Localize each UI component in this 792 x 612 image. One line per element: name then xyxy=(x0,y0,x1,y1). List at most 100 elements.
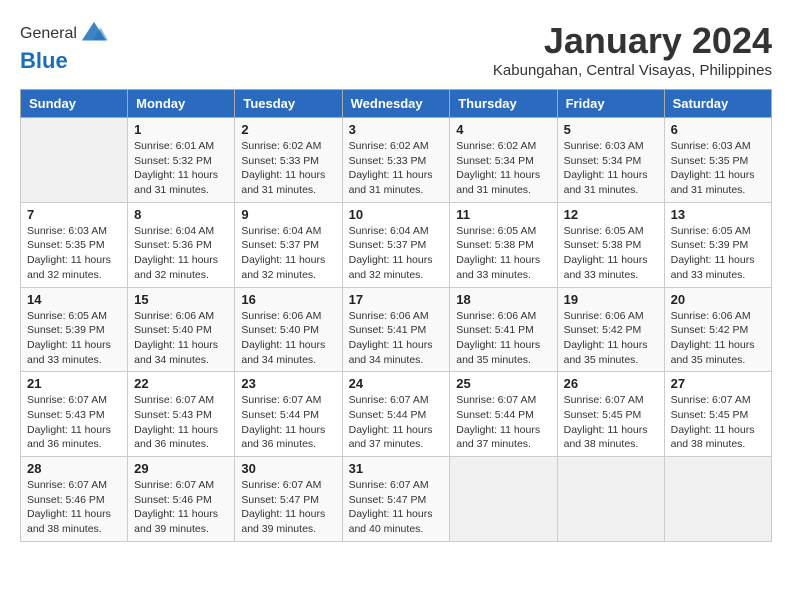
calendar-cell: 11 Sunrise: 6:05 AM Sunset: 5:38 PM Dayli… xyxy=(450,202,557,287)
day-number: 24 xyxy=(349,376,444,391)
header-day-saturday: Saturday xyxy=(664,90,771,118)
header-day-wednesday: Wednesday xyxy=(342,90,450,118)
calendar-cell: 5 Sunrise: 6:03 AM Sunset: 5:34 PM Daylig… xyxy=(557,118,664,203)
day-number: 8 xyxy=(134,207,228,222)
calendar-cell: 27Sunrise: 6:07 AM Sunset: 5:45 PM Dayli… xyxy=(664,372,771,457)
calendar-header: SundayMondayTuesdayWednesdayThursdayFrid… xyxy=(21,90,772,118)
day-number: 26 xyxy=(564,376,658,391)
calendar-cell: 24 Sunrise: 6:07 AM Sunset: 5:44 PM Dayli… xyxy=(342,372,450,457)
day-info: Sunrise: 6:05 AM Sunset: 5:39 PM Dayligh… xyxy=(27,309,121,368)
day-number: 30 xyxy=(241,461,335,476)
calendar-cell: 7 Sunrise: 6:03 AM Sunset: 5:35 PM Daylig… xyxy=(21,202,128,287)
calendar-cell: 12 Sunrise: 6:05 AM Sunset: 5:38 PM Dayli… xyxy=(557,202,664,287)
calendar-week-3: 14 Sunrise: 6:05 AM Sunset: 5:39 PM Dayli… xyxy=(21,287,772,372)
day-number: 28 xyxy=(27,461,121,476)
calendar-cell: 28 Sunrise: 6:07 AM Sunset: 5:46 PM Dayli… xyxy=(21,457,128,542)
day-info: Sunrise: 6:04 AM Sunset: 5:37 PM Dayligh… xyxy=(241,224,335,283)
calendar-cell: 20Sunrise: 6:06 AM Sunset: 5:42 PM Dayli… xyxy=(664,287,771,372)
day-info: Sunrise: 6:03 AM Sunset: 5:35 PM Dayligh… xyxy=(27,224,121,283)
calendar-week-1: 1 Sunrise: 6:01 AM Sunset: 5:32 PM Daylig… xyxy=(21,118,772,203)
day-info: Sunrise: 6:07 AM Sunset: 5:45 PM Dayligh… xyxy=(564,393,658,452)
day-number: 2 xyxy=(241,122,335,137)
day-info: Sunrise: 6:07 AM Sunset: 5:44 PM Dayligh… xyxy=(349,393,444,452)
day-number: 14 xyxy=(27,292,121,307)
day-number: 25 xyxy=(456,376,550,391)
calendar-cell xyxy=(557,457,664,542)
day-info: Sunrise: 6:05 AM Sunset: 5:38 PM Dayligh… xyxy=(564,224,658,283)
header-day-friday: Friday xyxy=(557,90,664,118)
calendar-cell: 23 Sunrise: 6:07 AM Sunset: 5:44 PM Dayli… xyxy=(235,372,342,457)
page-header: General Blue January 2024 Kabungahan, Ce… xyxy=(20,20,772,79)
day-info: Sunrise: 6:07 AM Sunset: 5:43 PM Dayligh… xyxy=(134,393,228,452)
day-number: 5 xyxy=(564,122,658,137)
header-row: SundayMondayTuesdayWednesdayThursdayFrid… xyxy=(21,90,772,118)
calendar-cell: 26 Sunrise: 6:07 AM Sunset: 5:45 PM Dayli… xyxy=(557,372,664,457)
calendar-cell: 18Sunrise: 6:06 AM Sunset: 5:41 PM Dayli… xyxy=(450,287,557,372)
calendar-week-2: 7 Sunrise: 6:03 AM Sunset: 5:35 PM Daylig… xyxy=(21,202,772,287)
calendar-cell xyxy=(21,118,128,203)
header-day-thursday: Thursday xyxy=(450,90,557,118)
day-number: 6 xyxy=(671,122,765,137)
calendar-cell: 6 Sunrise: 6:03 AM Sunset: 5:35 PM Daylig… xyxy=(664,118,771,203)
day-number: 3 xyxy=(349,122,444,137)
calendar-week-4: 21Sunrise: 6:07 AM Sunset: 5:43 PM Dayli… xyxy=(21,372,772,457)
day-number: 7 xyxy=(27,207,121,222)
calendar-cell xyxy=(450,457,557,542)
day-info: Sunrise: 6:04 AM Sunset: 5:36 PM Dayligh… xyxy=(134,224,228,283)
day-info: Sunrise: 6:07 AM Sunset: 5:46 PM Dayligh… xyxy=(134,478,228,537)
calendar-cell: 8 Sunrise: 6:04 AM Sunset: 5:36 PM Daylig… xyxy=(128,202,235,287)
day-number: 11 xyxy=(456,207,550,222)
day-info: Sunrise: 6:07 AM Sunset: 5:47 PM Dayligh… xyxy=(241,478,335,537)
calendar-cell: 14 Sunrise: 6:05 AM Sunset: 5:39 PM Dayli… xyxy=(21,287,128,372)
calendar-cell: 17 Sunrise: 6:06 AM Sunset: 5:41 PM Dayli… xyxy=(342,287,450,372)
location-title: Kabungahan, Central Visayas, Philippines xyxy=(493,62,772,79)
day-info: Sunrise: 6:07 AM Sunset: 5:46 PM Dayligh… xyxy=(27,478,121,537)
day-info: Sunrise: 6:04 AM Sunset: 5:37 PM Dayligh… xyxy=(349,224,444,283)
calendar-cell: 19Sunrise: 6:06 AM Sunset: 5:42 PM Dayli… xyxy=(557,287,664,372)
day-number: 29 xyxy=(134,461,228,476)
day-number: 31 xyxy=(349,461,444,476)
logo: General Blue xyxy=(20,20,108,74)
day-number: 16 xyxy=(241,292,335,307)
day-number: 4 xyxy=(456,122,550,137)
day-info: Sunrise: 6:01 AM Sunset: 5:32 PM Dayligh… xyxy=(134,139,228,198)
day-info: Sunrise: 6:06 AM Sunset: 5:40 PM Dayligh… xyxy=(241,309,335,368)
calendar-cell xyxy=(664,457,771,542)
day-number: 17 xyxy=(349,292,444,307)
day-info: Sunrise: 6:07 AM Sunset: 5:44 PM Dayligh… xyxy=(241,393,335,452)
logo-icon xyxy=(80,20,108,48)
day-info: Sunrise: 6:02 AM Sunset: 5:33 PM Dayligh… xyxy=(241,139,335,198)
day-info: Sunrise: 6:03 AM Sunset: 5:35 PM Dayligh… xyxy=(671,139,765,198)
day-info: Sunrise: 6:06 AM Sunset: 5:41 PM Dayligh… xyxy=(456,309,550,368)
calendar-cell: 9Sunrise: 6:04 AM Sunset: 5:37 PM Daylig… xyxy=(235,202,342,287)
day-info: Sunrise: 6:05 AM Sunset: 5:38 PM Dayligh… xyxy=(456,224,550,283)
day-number: 12 xyxy=(564,207,658,222)
day-number: 22 xyxy=(134,376,228,391)
calendar-cell: 3 Sunrise: 6:02 AM Sunset: 5:33 PM Daylig… xyxy=(342,118,450,203)
calendar-cell: 15Sunrise: 6:06 AM Sunset: 5:40 PM Dayli… xyxy=(128,287,235,372)
day-info: Sunrise: 6:02 AM Sunset: 5:34 PM Dayligh… xyxy=(456,139,550,198)
day-number: 1 xyxy=(134,122,228,137)
day-info: Sunrise: 6:06 AM Sunset: 5:40 PM Dayligh… xyxy=(134,309,228,368)
header-day-tuesday: Tuesday xyxy=(235,90,342,118)
calendar-cell: 13 Sunrise: 6:05 AM Sunset: 5:39 PM Dayli… xyxy=(664,202,771,287)
calendar-cell: 10 Sunrise: 6:04 AM Sunset: 5:37 PM Dayli… xyxy=(342,202,450,287)
day-number: 19 xyxy=(564,292,658,307)
logo-general-text: General xyxy=(20,25,77,43)
day-number: 23 xyxy=(241,376,335,391)
title-block: January 2024 Kabungahan, Central Visayas… xyxy=(493,20,772,79)
day-info: Sunrise: 6:05 AM Sunset: 5:39 PM Dayligh… xyxy=(671,224,765,283)
calendar-cell: 22 Sunrise: 6:07 AM Sunset: 5:43 PM Dayli… xyxy=(128,372,235,457)
day-number: 13 xyxy=(671,207,765,222)
calendar-cell: 2 Sunrise: 6:02 AM Sunset: 5:33 PM Daylig… xyxy=(235,118,342,203)
day-info: Sunrise: 6:03 AM Sunset: 5:34 PM Dayligh… xyxy=(564,139,658,198)
day-info: Sunrise: 6:06 AM Sunset: 5:41 PM Dayligh… xyxy=(349,309,444,368)
calendar-cell: 16 Sunrise: 6:06 AM Sunset: 5:40 PM Dayli… xyxy=(235,287,342,372)
day-number: 10 xyxy=(349,207,444,222)
calendar-cell: 29 Sunrise: 6:07 AM Sunset: 5:46 PM Dayli… xyxy=(128,457,235,542)
day-info: Sunrise: 6:07 AM Sunset: 5:43 PM Dayligh… xyxy=(27,393,121,452)
calendar-body: 1 Sunrise: 6:01 AM Sunset: 5:32 PM Daylig… xyxy=(21,118,772,542)
day-info: Sunrise: 6:02 AM Sunset: 5:33 PM Dayligh… xyxy=(349,139,444,198)
calendar-table: SundayMondayTuesdayWednesdayThursdayFrid… xyxy=(20,89,772,542)
calendar-cell: 21Sunrise: 6:07 AM Sunset: 5:43 PM Dayli… xyxy=(21,372,128,457)
